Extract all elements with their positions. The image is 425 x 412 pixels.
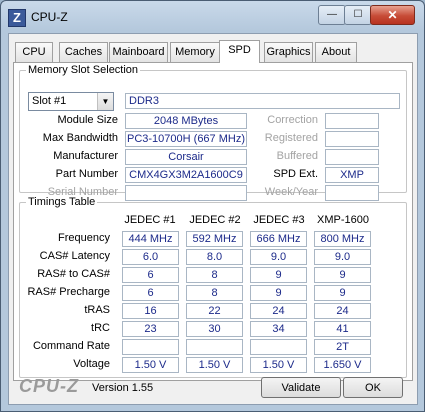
version-label: Version 1.55 (92, 382, 154, 394)
close-button[interactable]: ✕ (370, 5, 415, 25)
buffered-value (325, 149, 379, 165)
timing-value: 6 (122, 267, 179, 283)
minimize-button[interactable]: — (318, 5, 346, 25)
cpuz-app-icon: Z (8, 9, 26, 27)
correction-value (325, 113, 379, 129)
buffered-label: Buffered (276, 150, 318, 162)
registered-label: Registered (264, 132, 318, 144)
memory-slot-legend: Memory Slot Selection (28, 64, 139, 76)
timings-table-legend: Timings Table (28, 196, 96, 208)
tab-mainboard[interactable]: Mainboard (109, 42, 168, 62)
tab-about[interactable]: About (315, 42, 357, 62)
timing-value: 9 (314, 267, 371, 283)
part-number-label: Part Number (55, 168, 118, 180)
timing-value: 800 MHz (314, 231, 371, 247)
window-title: CPU-Z (31, 10, 68, 24)
module-size-label: Module Size (57, 114, 118, 126)
timing-value: 1.50 V (250, 357, 307, 373)
timing-value: 8 (186, 267, 243, 283)
timing-value: 8.0 (186, 249, 243, 265)
timing-value: 41 (314, 321, 371, 337)
ok-button[interactable]: OK (343, 377, 403, 398)
part-number-value: CMX4GX3M2A1600C9 (125, 167, 247, 183)
chevron-down-icon[interactable]: ▼ (97, 93, 113, 110)
tab-memory[interactable]: Memory (170, 42, 220, 62)
timing-value: 9 (314, 285, 371, 301)
column-header: XMP-1600 (317, 214, 369, 226)
timing-row-label: tRC (91, 322, 110, 334)
timing-value: 9.0 (250, 249, 307, 265)
tab-cpu[interactable]: CPU (15, 42, 53, 62)
timing-value: 9 (250, 267, 307, 283)
timing-value: 1.650 V (314, 357, 371, 373)
timing-value (186, 339, 243, 355)
timing-value (250, 339, 307, 355)
manufacturer-label: Manufacturer (53, 150, 118, 162)
spd-ext-label: SPD Ext. (273, 168, 318, 180)
timing-value: 1.50 V (122, 357, 179, 373)
timing-value (122, 339, 179, 355)
timing-value: 24 (314, 303, 371, 319)
timing-value: 8 (186, 285, 243, 301)
timing-value: 1.50 V (186, 357, 243, 373)
timing-value: 30 (186, 321, 243, 337)
client-area: CPU Caches Mainboard Memory SPD Graphics… (8, 33, 418, 405)
spd-ext-value: XMP (325, 167, 379, 183)
manufacturer-value: Corsair (125, 149, 247, 165)
cpuz-logo: CPU-Z (19, 376, 79, 396)
slot-select[interactable]: Slot #1 ▼ (28, 92, 114, 111)
registered-value (325, 131, 379, 147)
tab-graphics[interactable]: Graphics (264, 42, 313, 62)
timing-value: 2T (314, 339, 371, 355)
timing-value: 16 (122, 303, 179, 319)
timing-value: 23 (122, 321, 179, 337)
timing-row-label: RAS# to CAS# (37, 268, 110, 280)
correction-label: Correction (267, 114, 318, 126)
title-bar[interactable]: Z CPU-Z — ☐ ✕ (1, 1, 424, 33)
max-bandwidth-value: PC3-10700H (667 MHz) (125, 131, 247, 147)
memory-type-value: DDR3 (125, 93, 400, 109)
timing-value: 6 (122, 285, 179, 301)
timing-value: 592 MHz (186, 231, 243, 247)
maximize-button[interactable]: ☐ (344, 5, 372, 25)
timing-value: 666 MHz (250, 231, 307, 247)
timing-row-label: Voltage (73, 358, 110, 370)
timing-value: 9.0 (314, 249, 371, 265)
column-header: JEDEC #3 (253, 214, 305, 226)
timing-row-label: tRAS (84, 304, 110, 316)
max-bandwidth-label: Max Bandwidth (42, 132, 118, 144)
timing-value: 22 (186, 303, 243, 319)
timing-row-label: RAS# Precharge (27, 286, 110, 298)
tab-caches[interactable]: Caches (59, 42, 108, 62)
validate-button[interactable]: Validate (261, 377, 341, 398)
timing-row-label: Command Rate (32, 340, 110, 352)
timings-table-group: Timings Table JEDEC #1 JEDEC #2 JEDEC #3… (19, 196, 407, 378)
tab-spd[interactable]: SPD (219, 40, 260, 63)
memory-slot-group: Memory Slot Selection Slot #1 ▼ DDR3 Mod… (19, 64, 407, 201)
column-header: JEDEC #1 (124, 214, 176, 226)
cpuz-window: Z CPU-Z — ☐ ✕ CPU Caches Mainboard Memor… (0, 0, 425, 412)
timing-value: 24 (250, 303, 307, 319)
spd-panel: Memory Slot Selection Slot #1 ▼ DDR3 Mod… (13, 62, 413, 381)
slot-select-value: Slot #1 (32, 95, 67, 107)
timing-value: 34 (250, 321, 307, 337)
timing-value: 6.0 (122, 249, 179, 265)
module-size-value: 2048 MBytes (125, 113, 247, 129)
timing-row-label: Frequency (58, 232, 110, 244)
timing-value: 444 MHz (122, 231, 179, 247)
column-header: JEDEC #2 (189, 214, 241, 226)
timing-value: 9 (250, 285, 307, 301)
timing-row-label: CAS# Latency (39, 250, 110, 262)
